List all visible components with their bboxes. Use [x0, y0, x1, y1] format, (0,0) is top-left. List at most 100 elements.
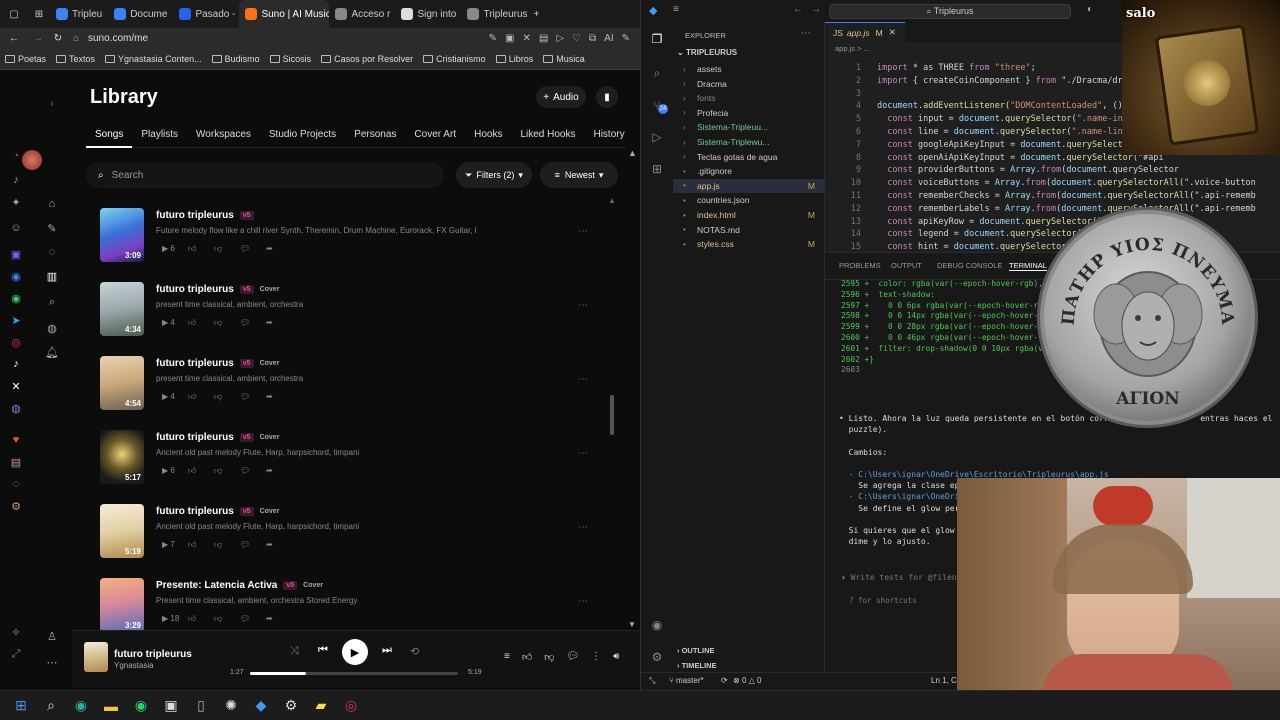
share-icon[interactable]: ➦ — [266, 614, 292, 624]
share-icon[interactable]: ➦ — [266, 540, 292, 550]
panel-tab-terminal[interactable]: TERMINAL — [1009, 261, 1047, 271]
comment-icon[interactable]: 💬︎ — [240, 540, 266, 550]
progress-track[interactable] — [250, 672, 458, 675]
library-icon[interactable]: ▥ — [44, 270, 60, 283]
comment-icon[interactable]: 💬︎ — [240, 392, 266, 402]
play-button[interactable]: ▶ — [342, 639, 368, 665]
next-icon[interactable]: ⏭ — [382, 644, 392, 657]
home-icon[interactable]: ⌂ — [44, 198, 60, 210]
file-explorer-icon[interactable]: ▬ — [96, 692, 126, 720]
list-up-icon[interactable]: ▲ — [608, 196, 616, 205]
song-title[interactable]: futuro tripleurus v5 — [156, 210, 254, 221]
sticky-notes-icon[interactable]: ▰ — [306, 692, 336, 720]
explorer-file[interactable]: • app.js M — [673, 178, 825, 193]
branch-indicator[interactable]: ⑂ master* — [669, 676, 704, 685]
menu-icon[interactable]: ≡ — [673, 4, 679, 15]
explorer-folder[interactable]: › fonts — [673, 91, 825, 105]
reader-icon[interactable]: ▤ — [539, 33, 548, 44]
upgrade-icon[interactable]: ♙ — [44, 630, 60, 643]
problems-indicator[interactable]: ⊗ 0 △ 0 — [733, 676, 761, 685]
command-search[interactable]: ⌕ Tripleurus — [829, 4, 1071, 19]
instagram-icon[interactable]: ◎ — [8, 336, 24, 349]
search-nav-icon[interactable]: ⌕ — [44, 296, 60, 309]
forward-icon[interactable]: → — [811, 4, 821, 15]
close-icon[interactable]: ✕ — [889, 27, 896, 38]
share-icon[interactable]: ➦ — [266, 466, 292, 476]
radio-icon[interactable]: ◌ — [44, 246, 60, 258]
sync-icon[interactable]: ⟳ — [721, 676, 728, 685]
sort-button[interactable]: ≡ Newest ▾ — [540, 162, 618, 188]
tab-cover-art[interactable]: Cover Art — [405, 128, 465, 148]
recording-icon[interactable]: ◎ — [336, 692, 366, 720]
more-icon[interactable]: ⋯ — [578, 448, 588, 459]
like-icon[interactable]: 👍︎ — [188, 318, 214, 328]
browser-tab[interactable]: Acceso r — [329, 0, 395, 28]
explorer-icon[interactable]: ❐ — [650, 32, 664, 46]
more-icon[interactable]: ⋯ — [44, 656, 60, 669]
browser-tab[interactable]: Pasado - — [173, 0, 239, 28]
browser-tab[interactable]: Suno | AI Music — [239, 0, 330, 28]
chatgpt-icon[interactable]: ✺ — [216, 692, 246, 720]
bookmark-folder[interactable]: Casos por Resolver — [321, 54, 413, 64]
prompt-input[interactable]: › Write tests for @filename — [841, 573, 971, 582]
share-icon[interactable]: ➦ — [266, 318, 292, 328]
more-icon[interactable]: ⋯ — [578, 522, 588, 533]
song-row[interactable]: 4:54 futuro tripleurus v5 Cover present time… — [100, 356, 620, 414]
more-icon[interactable]: ⋯ — [578, 596, 588, 607]
filters-button[interactable]: ⏷ Filters (2) ▾ — [456, 162, 532, 188]
song-title[interactable]: futuro tripleurus v5 Cover — [156, 432, 279, 443]
explorer-folder[interactable]: › Teclas gotas de agua — [673, 150, 825, 164]
heart-icon[interactable]: ♥ — [8, 434, 24, 446]
globe-icon[interactable]: ◌ — [8, 478, 24, 490]
outline-section[interactable]: › OUTLINE — [677, 646, 715, 655]
notifications-icon[interactable]: 🔔︎ — [44, 346, 60, 359]
user-icon[interactable]: ☺ — [8, 222, 24, 234]
screenshot-icon[interactable]: ▣ — [505, 33, 514, 44]
player-title[interactable]: futuro tripleurus — [114, 649, 192, 660]
site-info-icon[interactable]: ⌂ — [68, 33, 84, 44]
tab-studio-projects[interactable]: Studio Projects — [260, 128, 345, 148]
play-count[interactable]: ▶ 7 — [162, 540, 188, 550]
search-icon[interactable]: ⌕ — [36, 692, 66, 720]
explorer-folder[interactable]: › Profecia — [673, 106, 825, 120]
comment-icon[interactable]: 💬︎ — [566, 651, 579, 663]
repeat-icon[interactable]: ⟲ — [410, 645, 419, 658]
timeline-section[interactable]: › TIMELINE — [677, 661, 717, 670]
dislike-icon[interactable]: 👎︎ — [214, 244, 240, 254]
more-icon[interactable]: ⋮ — [591, 651, 601, 663]
song-title[interactable]: futuro tripleurus v5 Cover — [156, 358, 279, 369]
explorer-folder[interactable]: › Sistema-Tripleuu... — [673, 120, 825, 134]
play-count[interactable]: ▶ 6 — [162, 244, 188, 254]
bookmark-folder[interactable]: Budismo — [211, 54, 260, 64]
song-artwork[interactable]: 4:54 — [100, 356, 144, 410]
scrollbar[interactable] — [610, 395, 614, 435]
play-icon[interactable]: ▷ — [556, 33, 564, 44]
song-artwork[interactable]: 4:34 — [100, 282, 144, 336]
song-row[interactable]: 5:17 futuro tripleurus v5 Cover Ancient old … — [100, 430, 620, 488]
book-icon[interactable]: ▤ — [8, 456, 24, 469]
extension-icon[interactable]: ✎ — [489, 33, 497, 44]
browser-tab[interactable]: Sign into — [395, 0, 461, 28]
explorer-folder[interactable]: › Sistema-Triplewu... — [673, 135, 825, 149]
song-artwork[interactable]: 3:29 — [100, 578, 144, 630]
url-field[interactable]: suno.com/me — [88, 33, 148, 44]
explorer-file[interactable]: • styles.css M — [673, 237, 825, 251]
play-count[interactable]: ▶ 18 — [162, 614, 188, 624]
browser-menu-icon[interactable]: ▢ — [0, 0, 28, 28]
shuffle-icon[interactable]: ⤨ — [290, 645, 299, 658]
manage-icon[interactable]: ⚙ — [650, 650, 664, 664]
explorer-file[interactable]: • NOTAS.md — [673, 223, 825, 237]
dislike-icon[interactable]: 👎︎ — [214, 392, 240, 402]
song-row[interactable]: 3:09 futuro tripleurus v5 Future melody flo… — [100, 208, 620, 266]
search-input[interactable]: ⌕ Search — [86, 162, 444, 188]
panel-tab-problems[interactable]: PROBLEMS — [839, 261, 881, 270]
thumbs-up-icon[interactable]: 👍︎ — [522, 651, 532, 663]
settings-icon[interactable]: ⚙ — [8, 500, 24, 513]
browser-tab[interactable]: Tripleu — [50, 0, 108, 28]
new-tab-button[interactable]: + — [527, 0, 545, 28]
more-icon[interactable]: ⋯ — [578, 374, 588, 385]
discord-icon[interactable]: ◍ — [8, 402, 24, 415]
explorer-root[interactable]: ⌄ TRIPLEURUS — [677, 48, 737, 57]
expand-icon[interactable]: ⤢ — [8, 648, 24, 661]
dislike-icon[interactable]: 👎︎ — [214, 318, 240, 328]
